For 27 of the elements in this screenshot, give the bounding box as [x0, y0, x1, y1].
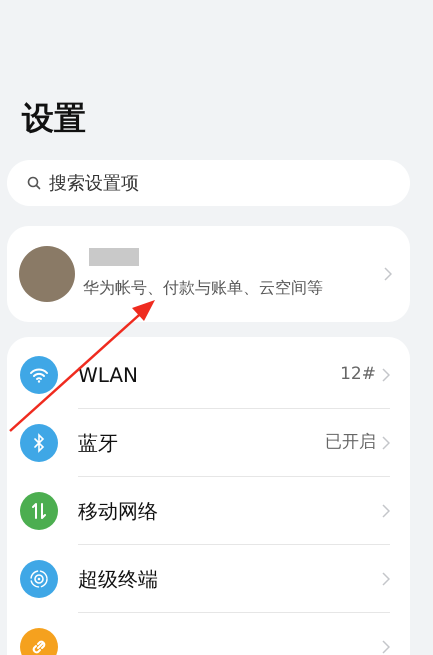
account-name-placeholder: [89, 248, 139, 266]
row-value: 已开启: [325, 430, 376, 454]
row-value: 12#: [340, 362, 376, 386]
link-icon: [30, 638, 48, 655]
row-label: 超级终端: [78, 566, 158, 592]
page-title: 设置: [22, 98, 87, 139]
chevron-right-icon: [382, 436, 390, 450]
settings-row[interactable]: 蓝牙 已开启: [7, 409, 410, 477]
chevron-right-icon: [384, 267, 392, 281]
bluetooth-icon: [33, 433, 45, 453]
search-field[interactable]: 搜索设置项: [7, 160, 410, 206]
account-subtitle: 华为帐号、付款与账单、云空间等: [83, 277, 324, 299]
account-card[interactable]: 华为帐号、付款与账单、云空间等: [7, 226, 410, 322]
up-down-arrows-icon: [32, 502, 46, 520]
row-label: 蓝牙: [78, 430, 118, 456]
search-icon: [27, 176, 41, 190]
wifi-icon: [29, 367, 49, 383]
chevron-right-icon: [382, 572, 390, 586]
settings-row[interactable]: 超级终端: [7, 545, 410, 613]
target-icon: [29, 569, 49, 589]
row-label: WLAN: [78, 362, 138, 388]
chevron-right-icon: [382, 640, 390, 654]
settings-row[interactable]: WLAN 12#: [7, 341, 410, 409]
settings-row[interactable]: 移动网络: [7, 477, 410, 545]
row-label: 移动网络: [78, 498, 158, 524]
chevron-right-icon: [382, 368, 390, 382]
chevron-right-icon: [382, 504, 390, 518]
